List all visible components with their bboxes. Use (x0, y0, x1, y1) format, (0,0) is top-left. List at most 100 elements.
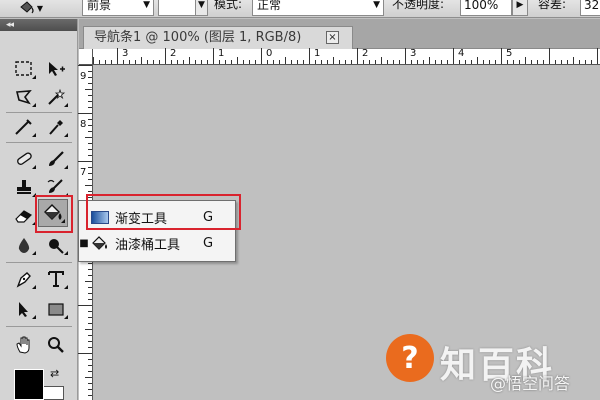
ruler-tick (85, 89, 92, 90)
blend-mode-select[interactable]: 正常 ▼ (252, 0, 384, 16)
ruler-tick (88, 167, 92, 168)
blend-mode-label: 模式: (214, 0, 243, 11)
document-tab-title: 导航条1 @ 100% (图层 1, RGB/8) (94, 30, 302, 45)
ruler-tick (399, 60, 400, 64)
brush-tool[interactable] (42, 146, 70, 172)
ruler-tick (189, 57, 190, 64)
fill-source-value: 前景 (87, 0, 112, 12)
ruler-tick (78, 305, 92, 306)
chevron-down-icon[interactable]: ▼ (196, 0, 208, 16)
fill-source-select[interactable]: 前景 ▼ (82, 0, 154, 16)
opacity-label: 不透明度: (392, 0, 445, 11)
eyedropper-tool[interactable] (42, 114, 70, 140)
ruler-tick (85, 329, 92, 330)
ruler-tick (393, 60, 394, 64)
horizontal-ruler[interactable]: 3 2 1 0 1 2 3 4 5 (93, 48, 600, 65)
flyout-item-shortcut: G (203, 235, 214, 251)
ruler-tick (213, 48, 214, 64)
close-icon[interactable]: × (326, 31, 339, 44)
ruler-tick (147, 60, 148, 64)
hand-icon (16, 336, 30, 354)
ruler-tick (88, 71, 92, 72)
clone-stamp-tool[interactable] (10, 174, 38, 200)
ruler-tick (85, 185, 92, 186)
crop-tool[interactable] (10, 114, 38, 140)
ruler-tick (237, 57, 238, 64)
healing-brush-tool[interactable] (10, 146, 38, 172)
flyout-item-paint-bucket-tool[interactable]: ■ 油漆桶工具 G (79, 231, 235, 255)
lasso-icon (15, 90, 32, 105)
ruler-tick (411, 60, 412, 64)
pen-icon (16, 272, 31, 288)
highlight-box-gradient (86, 194, 241, 230)
ruler-tick (141, 57, 142, 64)
toolbox-divider (6, 326, 72, 327)
magic-wand-tool[interactable] (42, 84, 70, 110)
ruler-tick (435, 60, 436, 64)
ruler-tick (555, 60, 556, 64)
ruler-tick (88, 155, 92, 156)
type-tool[interactable] (42, 266, 70, 292)
ruler-tick (327, 60, 328, 64)
ruler-tick (88, 317, 92, 318)
ruler-tick (88, 347, 92, 348)
zoom-tool[interactable] (42, 332, 70, 358)
ruler-tick (88, 275, 92, 276)
dodge-tool[interactable] (42, 232, 70, 258)
pen-tool[interactable] (10, 266, 38, 292)
toolbox-collapse[interactable]: ◂◂ (0, 19, 77, 31)
opacity-slider-toggle[interactable]: ▶ (512, 0, 528, 16)
blur-tool[interactable] (10, 232, 38, 258)
ruler-tick (255, 60, 256, 64)
hand-tool[interactable] (10, 332, 38, 358)
ruler-label: 2 (170, 48, 177, 59)
marquee-tool[interactable] (10, 56, 38, 82)
ruler-tick (585, 60, 586, 64)
tolerance-input[interactable]: 32 (580, 0, 600, 16)
ruler-tick (201, 60, 202, 64)
ruler-tick (88, 335, 92, 336)
lasso-tool[interactable] (10, 84, 38, 110)
eraser-tool[interactable] (10, 202, 38, 228)
ruler-tick (333, 57, 334, 64)
ruler-tick (573, 57, 574, 64)
move-tool[interactable] (42, 56, 70, 82)
chevron-down-icon: ▼ (373, 0, 380, 10)
pattern-picker[interactable] (158, 0, 196, 16)
history-brush-icon (47, 179, 63, 193)
path-selection-tool[interactable] (10, 296, 38, 322)
ruler-tick (369, 60, 370, 64)
opacity-input[interactable]: 100% (460, 0, 512, 16)
options-bar: ▼ 前景 ▼ ▼ 模式: 正常 ▼ 不透明度: 100% ▶ 容差: 32 (0, 0, 600, 18)
ruler-label: 1 (218, 48, 225, 59)
ruler-tick (417, 60, 418, 64)
ruler-tick (88, 131, 92, 132)
ruler-tick (129, 60, 130, 64)
ruler-tick (78, 65, 92, 66)
ruler-label: 4 (458, 48, 465, 59)
opacity-value: 100% (464, 0, 499, 12)
foreground-color-swatch[interactable] (14, 369, 44, 400)
ruler-origin[interactable] (79, 49, 93, 65)
tool-preset-picker[interactable]: ▼ (18, 0, 44, 17)
ruler-tick (88, 365, 92, 366)
swap-colors-icon[interactable]: ⇄ (50, 367, 59, 380)
magic-wand-icon (48, 88, 66, 105)
rectangle-tool[interactable] (42, 296, 70, 322)
blend-mode-value: 正常 (257, 0, 282, 12)
ruler-tick (513, 60, 514, 64)
question-icon: ? (401, 340, 419, 376)
document-tab[interactable]: 导航条1 @ 100% (图层 1, RGB/8) × (83, 26, 353, 49)
ruler-tick (231, 60, 232, 64)
toolbox-divider (6, 262, 72, 263)
ruler-tick (123, 60, 124, 64)
toolbox-divider (6, 142, 72, 143)
ruler-tick (543, 60, 544, 64)
ruler-label: 2 (362, 48, 369, 59)
ruler-tick (357, 48, 358, 64)
ruler-tick (315, 60, 316, 64)
tolerance-value: 32 (584, 0, 600, 12)
ruler-label: 9 (80, 71, 87, 82)
ruler-tick (88, 95, 92, 96)
ruler-tick (495, 60, 496, 64)
